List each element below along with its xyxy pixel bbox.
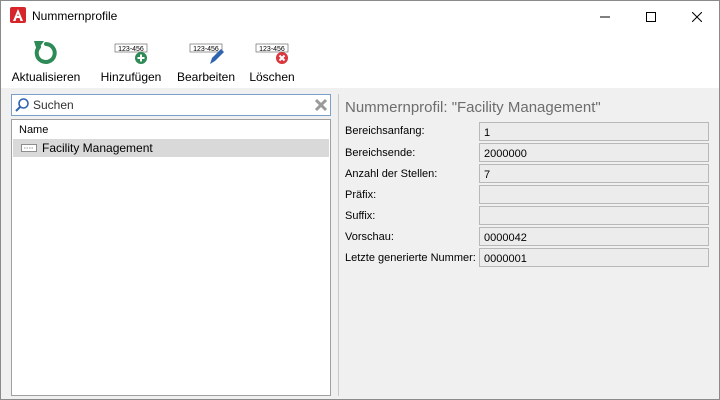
field-range-start: 1	[479, 122, 709, 141]
field-label-range-end: Bereichsende:	[345, 147, 416, 159]
refresh-label: Aktualisieren	[11, 70, 81, 84]
list-item[interactable]: Facility Management	[13, 139, 329, 157]
search-input[interactable]: Suchen	[11, 94, 331, 116]
add-label: Hinzufügen	[100, 70, 162, 84]
search-placeholder: Suchen	[33, 98, 74, 112]
maximize-button[interactable]	[628, 1, 674, 32]
field-label-last-generated: Letzte generierte Nummer:	[345, 252, 476, 264]
field-suffix	[479, 206, 709, 225]
delete-label: Löschen	[249, 70, 295, 84]
field-label-range-start: Bereichsanfang:	[345, 125, 425, 137]
field-label-preview: Vorschau:	[345, 231, 394, 243]
maximize-icon	[646, 11, 656, 22]
window-title: Nummernprofile	[32, 9, 118, 23]
column-header-name[interactable]: Name	[19, 124, 48, 136]
close-button[interactable]	[674, 1, 720, 32]
detail-title: Nummernprofil: "Facility Management"	[345, 99, 601, 116]
field-last-generated: 0000001	[479, 248, 709, 267]
title-bar: Nummernprofile	[1, 1, 719, 32]
toolbar: Aktualisieren 123-456 Hinzufügen 123-456…	[1, 32, 719, 88]
app-logo-icon	[10, 7, 26, 23]
delete-button[interactable]: 123-456 Löschen	[249, 38, 295, 84]
list-item-label: Facility Management	[42, 141, 153, 155]
delete-icon: 123-456	[255, 43, 289, 64]
clear-search-icon[interactable]	[314, 98, 328, 112]
field-label-prefix: Präfix:	[345, 189, 377, 201]
close-icon	[692, 11, 702, 22]
edit-badge-text: 123-456	[193, 46, 219, 53]
refresh-button[interactable]: Aktualisieren	[11, 38, 81, 84]
field-prefix	[479, 185, 709, 204]
delete-badge-text: 123-456	[259, 46, 285, 53]
edit-button[interactable]: 123-456 Bearbeiten	[177, 38, 235, 84]
field-range-end: 2000000	[479, 143, 709, 162]
refresh-icon	[34, 41, 57, 64]
minimize-icon	[600, 16, 610, 17]
app-window: Nummernprofile Aktualisieren 123-456 Hin…	[0, 0, 720, 400]
field-label-suffix: Suffix:	[345, 210, 376, 222]
edit-icon: 123-456	[189, 43, 224, 64]
profile-list-panel: Suchen Name Facility Management	[11, 94, 331, 396]
add-icon: 123-456	[114, 43, 148, 64]
search-icon	[15, 98, 29, 112]
field-digit-count: 7	[479, 164, 709, 183]
minimize-button[interactable]	[582, 1, 628, 32]
add-button[interactable]: 123-456 Hinzufügen	[100, 38, 162, 84]
add-badge-text: 123-456	[118, 46, 144, 53]
panel-splitter[interactable]	[338, 94, 339, 396]
field-label-digit-count: Anzahl der Stellen:	[345, 168, 438, 180]
profile-list: Name Facility Management	[11, 119, 331, 396]
edit-label: Bearbeiten	[176, 70, 236, 84]
number-profile-icon	[21, 144, 37, 152]
field-preview: 0000042	[479, 227, 709, 246]
